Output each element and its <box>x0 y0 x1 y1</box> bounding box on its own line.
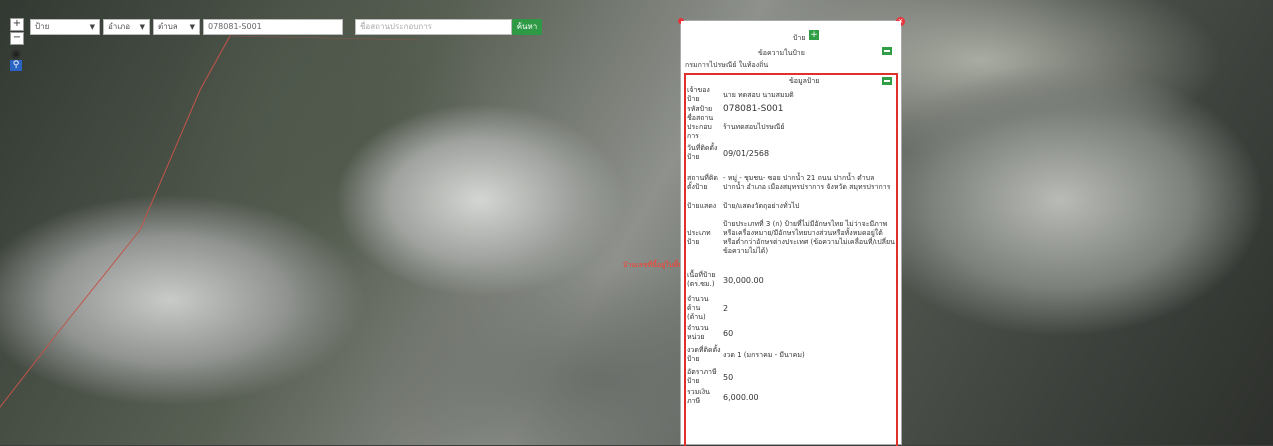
sign-info-table: เจ้าของป้าย นาย ทดสอบ นามสมมติ รหัสป้าย … <box>686 86 896 406</box>
chevron-down-icon: ▼ <box>139 23 145 31</box>
table-row: จำนวนด้าน (ด้าน) 2 <box>686 295 896 322</box>
row-value: 09/01/2568 <box>723 148 770 158</box>
table-row: จำนวนหน่วย 60 <box>686 322 896 344</box>
popup-header: ป้าย + ข้อความในป้าย กรมการไปรษณีย์ ในท้… <box>681 21 901 71</box>
chevron-down-icon: ▼ <box>89 23 95 31</box>
zoom-in-button[interactable]: + <box>10 18 24 31</box>
row-value: ป้าย/แสดงวัตถุอย่างทั่วไป <box>723 201 800 210</box>
sign-info-section: ข้อมูลป้าย เจ้าของป้าย นาย ทดสอบ นามสมมต… <box>684 73 898 446</box>
info-popup: × ป้าย + ข้อความในป้าย กรมการไปรษณีย์ ใน… <box>678 17 905 446</box>
message-text: กรมการไปรษณีย์ ในท้องถิ่น <box>685 61 769 69</box>
row-key: งวดที่ติดตั้งป้าย <box>687 346 721 363</box>
row-value: นาย ทดสอบ นามสมมติ <box>723 90 794 99</box>
row-key: รวมเงินภาษี <box>687 388 710 405</box>
table-row: อัตราภาษีป้าย 50 <box>686 366 896 388</box>
table-row: ป้ายแสดง ป้าย/แสดงวัตถุอย่างทั่วไป <box>686 201 896 211</box>
popup-title: ป้าย <box>793 34 806 42</box>
info-header-label: ข้อมูลป้าย <box>789 77 820 85</box>
row-value: 30,000.00 <box>723 275 764 285</box>
name-input[interactable]: ชื่อสถานประกอบการ <box>355 19 512 35</box>
map-feature-label: บ้านเลขที่นี้อยู่ในพื้นที่ <box>623 261 688 269</box>
district-select-value: อำเภอ <box>108 22 131 31</box>
table-row: ชื่อสถานประกอบการ ร้านทดสอบไปรษณีย์ <box>686 114 896 141</box>
table-row: รวมเงินภาษี 6,000.00 <box>686 388 896 406</box>
row-value: 50 <box>723 372 734 382</box>
row-value: ป้ายประเภทที่ 3 (ก) ป้ายที่ไม่มีอักษรไทย… <box>723 220 895 255</box>
message-header: ข้อความในป้าย <box>758 49 805 57</box>
magnifier-icon[interactable]: ⚲ <box>10 60 22 71</box>
table-row: เจ้าของป้าย นาย ทดสอบ นามสมมติ <box>686 86 896 104</box>
table-row: เนื้อที่ป้าย (ตร.ซม.) 30,000.00 <box>686 265 896 295</box>
row-key: สถานที่ติดตั้งป้าย <box>687 174 718 191</box>
table-row: สถานที่ติดตั้งป้าย - หมู่ - ชุมชน- ซอย ป… <box>686 165 896 201</box>
locate-icon[interactable]: ◉ <box>10 48 22 59</box>
row-value: 078081-S001 <box>723 103 784 114</box>
row-key: ป้ายแสดง <box>687 201 717 210</box>
row-key: อัตราภาษีป้าย <box>687 368 717 385</box>
row-value: ร้านทดสอบไปรษณีย์ <box>723 123 785 131</box>
row-key: จำนวนหน่วย <box>687 324 709 341</box>
row-key: ชื่อสถานประกอบการ <box>687 114 714 140</box>
satellite-map[interactable] <box>0 0 1273 445</box>
row-key: เนื้อที่ป้าย (ตร.ซม.) <box>687 271 716 288</box>
row-key: ประเภทป้าย <box>687 229 711 246</box>
table-row: ประเภทป้าย ป้ายประเภทที่ 3 (ก) ป้ายที่ไม… <box>686 211 896 265</box>
parcel-boundary <box>0 35 421 408</box>
info-header: ข้อมูลป้าย <box>686 75 896 86</box>
row-key: จำนวนด้าน (ด้าน) <box>687 295 709 321</box>
table-row: งวดที่ติดตั้งป้าย งวด 1 (มกราคม - มีนาคม… <box>686 344 896 366</box>
row-value: 60 <box>723 328 734 338</box>
table-row: รหัสป้าย 078081-S001 <box>686 104 896 114</box>
row-value: 2 <box>723 304 729 313</box>
subdistrict-select[interactable]: ตำบล ▼ <box>153 19 200 35</box>
collapse-message-button[interactable] <box>882 47 892 55</box>
map-controls: + − ◉ ⚲ <box>10 18 24 71</box>
row-key: วันที่ติดตั้งป้าย <box>687 144 718 161</box>
row-value: 6,000.00 <box>723 392 759 402</box>
subdistrict-select-value: ตำบล <box>158 22 178 31</box>
row-value: งวด 1 (มกราคม - มีนาคม) <box>723 350 805 359</box>
row-value: - หมู่ - ชุมชน- ซอย ปากน้ำ 21 ถนน ปากน้ำ… <box>723 174 891 191</box>
district-select[interactable]: อำเภอ ▼ <box>103 19 150 35</box>
collapse-info-button[interactable] <box>882 77 892 85</box>
code-input[interactable]: 078081-S001 <box>203 19 343 35</box>
type-select-value: ป้าย <box>35 22 50 31</box>
table-row: วันที่ติดตั้งป้าย 09/01/2568 <box>686 141 896 165</box>
search-button[interactable]: ค้นหา <box>512 19 542 35</box>
chevron-down-icon: ▼ <box>189 23 195 31</box>
zoom-out-button[interactable]: − <box>10 32 24 45</box>
row-key: เจ้าของป้าย <box>687 86 710 103</box>
add-icon[interactable]: + <box>809 30 819 40</box>
type-select[interactable]: ป้าย ▼ <box>30 19 100 35</box>
row-key: รหัสป้าย <box>687 104 713 113</box>
